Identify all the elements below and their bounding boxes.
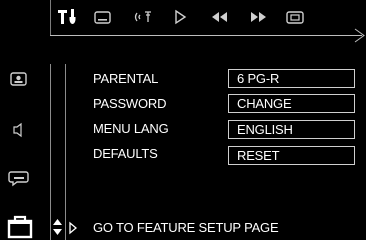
sidebar-divider-inner bbox=[65, 64, 66, 240]
subtitle-icon[interactable] bbox=[93, 6, 113, 28]
value-box-password[interactable]: CHANGE bbox=[228, 94, 355, 113]
sidebar-divider-outer bbox=[50, 64, 51, 240]
menu-label-defaults: DEFAULTS bbox=[93, 146, 158, 161]
menu-label-password: PASSWORD bbox=[93, 96, 167, 111]
audio-icon[interactable] bbox=[133, 6, 155, 28]
arrow-right-icon bbox=[354, 28, 365, 43]
up-down-arrow-icon bbox=[53, 219, 62, 235]
pointer-right-icon bbox=[69, 221, 78, 235]
top-menu-bar bbox=[0, 0, 366, 56]
menu-label-menu-lang: MENU LANG bbox=[93, 121, 169, 136]
rewind-icon[interactable] bbox=[209, 6, 231, 28]
value-defaults: RESET bbox=[237, 148, 280, 163]
menu-label-parental: PARENTAL bbox=[93, 71, 159, 86]
preference-page-icon[interactable] bbox=[6, 214, 34, 240]
value-password: CHANGE bbox=[237, 96, 292, 111]
general-setup-icon[interactable] bbox=[8, 70, 30, 90]
value-box-menu-lang[interactable]: ENGLISH bbox=[228, 120, 355, 139]
top-divider-line bbox=[50, 35, 362, 36]
value-menu-lang: ENGLISH bbox=[237, 122, 293, 137]
dolby-setup-icon[interactable] bbox=[8, 168, 30, 188]
play-icon[interactable] bbox=[172, 6, 188, 28]
footer-hint: GO TO FEATURE SETUP PAGE bbox=[93, 220, 279, 235]
speaker-setup-icon[interactable] bbox=[8, 120, 30, 140]
top-divider-vertical bbox=[50, 0, 51, 35]
setup-tools-icon[interactable] bbox=[57, 6, 79, 28]
value-parental: 6 PG-R bbox=[237, 71, 280, 86]
value-box-parental[interactable]: 6 PG-R bbox=[228, 69, 355, 88]
value-box-defaults[interactable]: RESET bbox=[228, 146, 355, 165]
display-icon[interactable] bbox=[284, 6, 306, 28]
fast-forward-icon[interactable] bbox=[247, 6, 269, 28]
